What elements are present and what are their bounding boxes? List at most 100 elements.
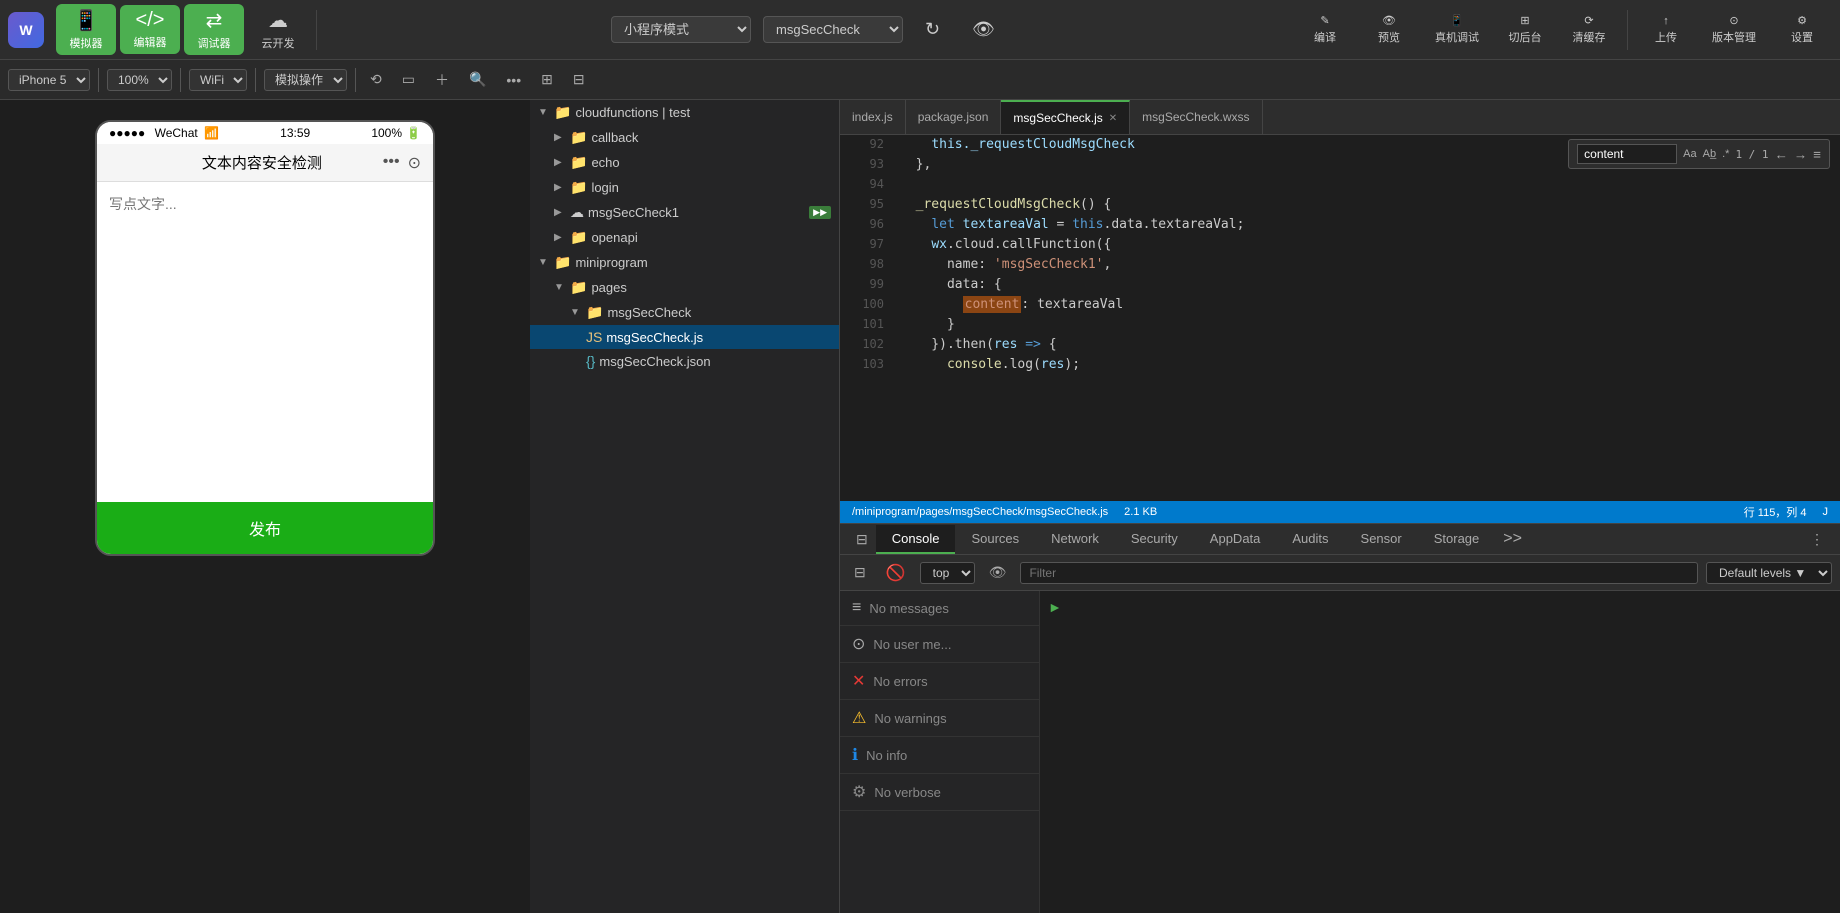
console-arrow[interactable]: ►: [1048, 599, 1062, 615]
settings-icon: ⚙: [1797, 14, 1807, 27]
no-errors-icon: ✕: [852, 671, 865, 691]
tab-audits[interactable]: Audits: [1276, 525, 1344, 554]
tab-storage[interactable]: Storage: [1418, 525, 1496, 554]
network-select[interactable]: WiFi: [189, 69, 247, 91]
portrait-btn[interactable]: ▭: [396, 69, 421, 90]
settings-label: 设置: [1791, 29, 1813, 45]
rotate-btn[interactable]: ⟲: [364, 69, 388, 90]
tab-appdata[interactable]: AppData: [1194, 525, 1277, 554]
simulator-label: 模拟器: [70, 35, 103, 51]
layout-btn[interactable]: ⊟: [567, 69, 591, 90]
mode-select[interactable]: 小程序模式: [611, 16, 751, 43]
console-context-select[interactable]: top: [920, 562, 975, 584]
code-editor[interactable]: Aa Ab̲ .* 1 / 1 ← → ≡ 92 this._requestCl…: [840, 135, 1840, 501]
close-search-btn[interactable]: ≡: [1813, 147, 1821, 162]
tree-root[interactable]: ▼ 📁 cloudfunctions | test: [530, 100, 839, 125]
tab-security[interactable]: Security: [1115, 525, 1194, 554]
console-no-warnings[interactable]: ⚠ No warnings: [840, 700, 1039, 737]
console-clear-btn[interactable]: 🚫: [880, 559, 912, 587]
phone-camera-icon[interactable]: ⊙: [408, 153, 421, 173]
match-case-btn[interactable]: Aa: [1683, 148, 1696, 160]
no-warnings-text: No warnings: [874, 711, 946, 726]
openapi-arrow: ▶: [554, 232, 570, 243]
backend-btn[interactable]: ⊞ 切后台: [1495, 10, 1555, 49]
console-toggle-btn[interactable]: ⊟: [848, 560, 872, 585]
callback-arrow: ▶: [554, 132, 570, 143]
pages-label: pages: [591, 280, 626, 295]
tree-item-echo[interactable]: ▶ 📁 echo: [530, 150, 839, 175]
tree-item-msgseccheck-js[interactable]: JS msgSecCheck.js: [530, 325, 839, 349]
simulator-btn[interactable]: 📱 模拟器: [56, 4, 116, 55]
search-btn[interactable]: 🔍: [463, 69, 492, 90]
grid-btn[interactable]: ⊞: [535, 69, 559, 90]
editor-btn[interactable]: </> 编辑器: [120, 5, 180, 54]
console-levels-select[interactable]: Default levels ▼: [1706, 562, 1832, 584]
tab-sensor[interactable]: Sensor: [1345, 525, 1418, 554]
real-device-btn[interactable]: 📱 真机调试: [1423, 10, 1491, 49]
console-no-user-msgs[interactable]: ⊙ No user me...: [840, 626, 1039, 663]
next-result-btn[interactable]: →: [1794, 147, 1807, 162]
more-btn[interactable]: •••: [500, 70, 527, 90]
eye-btn[interactable]: 👁: [962, 13, 1005, 46]
regex-btn[interactable]: .*: [1722, 148, 1729, 160]
clear-cache-icon: ⟳: [1584, 14, 1593, 27]
devtools-collapse-btn[interactable]: ⊟: [848, 525, 876, 554]
tree-item-msgseccheck-folder[interactable]: ▼ 📁 msgSecCheck: [530, 300, 839, 325]
add-btn[interactable]: ＋: [429, 68, 455, 92]
cloud-btn[interactable]: ☁ 云开发: [248, 4, 308, 55]
editor-search-panel: Aa Ab̲ .* 1 / 1 ← → ≡: [1568, 139, 1830, 169]
tree-item-openapi[interactable]: ▶ 📁 openapi: [530, 225, 839, 250]
real-device-icon: 📱: [1450, 14, 1464, 27]
project-select[interactable]: msgSecCheck: [763, 16, 903, 43]
publish-btn[interactable]: 发布: [97, 502, 433, 554]
operation-select[interactable]: 模拟操作: [264, 69, 347, 91]
tab-network[interactable]: Network: [1035, 525, 1115, 554]
phone-time: 13:59: [280, 126, 310, 140]
preview-btn[interactable]: 👁 预览: [1359, 10, 1419, 49]
tab-console[interactable]: Console: [876, 525, 956, 554]
tree-item-miniprogram[interactable]: ▼ 📁 miniprogram: [530, 250, 839, 275]
console-filter-input[interactable]: [1020, 562, 1698, 584]
tab-package-json[interactable]: package.json: [906, 100, 1002, 134]
tab-sources[interactable]: Sources: [955, 525, 1035, 554]
search-results: 1 / 1: [1735, 148, 1768, 161]
devtools-tabs: ⊟ Console Sources Network Security AppDa…: [840, 524, 1840, 555]
debugger-btn[interactable]: ⇄ 调试器: [184, 4, 244, 55]
search-input[interactable]: [1577, 144, 1677, 164]
tab-close-icon[interactable]: ✕: [1109, 113, 1117, 124]
phone-textarea[interactable]: [97, 182, 433, 382]
sep2: [1627, 10, 1628, 50]
openapi-label: openapi: [591, 230, 637, 245]
phone-menu-icon[interactable]: •••: [383, 153, 400, 173]
clear-cache-btn[interactable]: ⟳ 清缓存: [1559, 10, 1619, 49]
console-no-messages[interactable]: ≡ No messages: [840, 591, 1039, 626]
miniprogram-folder-icon: 📁: [554, 254, 571, 271]
version-mgr-btn[interactable]: ⊙ 版本管理: [1700, 10, 1768, 49]
zoom-select[interactable]: 100%: [107, 69, 172, 91]
whole-word-btn[interactable]: Ab̲: [1703, 148, 1716, 160]
refresh-btn[interactable]: ↻: [915, 13, 950, 46]
tab-msgseccheck-js[interactable]: msgSecCheck.js ✕: [1001, 100, 1130, 134]
no-messages-text: No messages: [869, 601, 948, 616]
tab-msgseccheck-wxss[interactable]: msgSecCheck.wxss: [1130, 100, 1262, 134]
tree-item-msgseccheck-json[interactable]: {} msgSecCheck.json: [530, 349, 839, 373]
settings-btn[interactable]: ⚙ 设置: [1772, 10, 1832, 49]
real-device-label: 真机调试: [1435, 29, 1479, 45]
prev-result-btn[interactable]: ←: [1775, 147, 1788, 162]
upload-btn[interactable]: ↑ 上传: [1636, 11, 1696, 49]
tab-index-js[interactable]: index.js: [840, 100, 906, 134]
tree-item-callback[interactable]: ▶ 📁 callback: [530, 125, 839, 150]
tree-item-login[interactable]: ▶ 📁 login: [530, 175, 839, 200]
tree-item-pages[interactable]: ▼ 📁 pages: [530, 275, 839, 300]
devtools-more-btn[interactable]: >>: [1495, 524, 1530, 554]
console-no-errors[interactable]: ✕ No errors: [840, 663, 1039, 700]
console-eye-btn[interactable]: 👁: [983, 560, 1013, 585]
device-select[interactable]: iPhone 5: [8, 69, 90, 91]
devtools-settings-btn[interactable]: ⋮: [1802, 527, 1832, 552]
file-path: /miniprogram/pages/msgSecCheck/msgSecChe…: [852, 506, 1108, 518]
compile-btn[interactable]: ✎ 编译: [1295, 10, 1355, 49]
console-messages: ≡ No messages ⊙ No user me... ✕ No error…: [840, 591, 1840, 913]
console-no-verbose[interactable]: ⚙ No verbose: [840, 774, 1039, 811]
console-no-info[interactable]: ℹ No info: [840, 737, 1039, 774]
tree-item-msgseccheck1[interactable]: ▶ ☁ msgSecCheck1 ▶▶: [530, 200, 839, 225]
